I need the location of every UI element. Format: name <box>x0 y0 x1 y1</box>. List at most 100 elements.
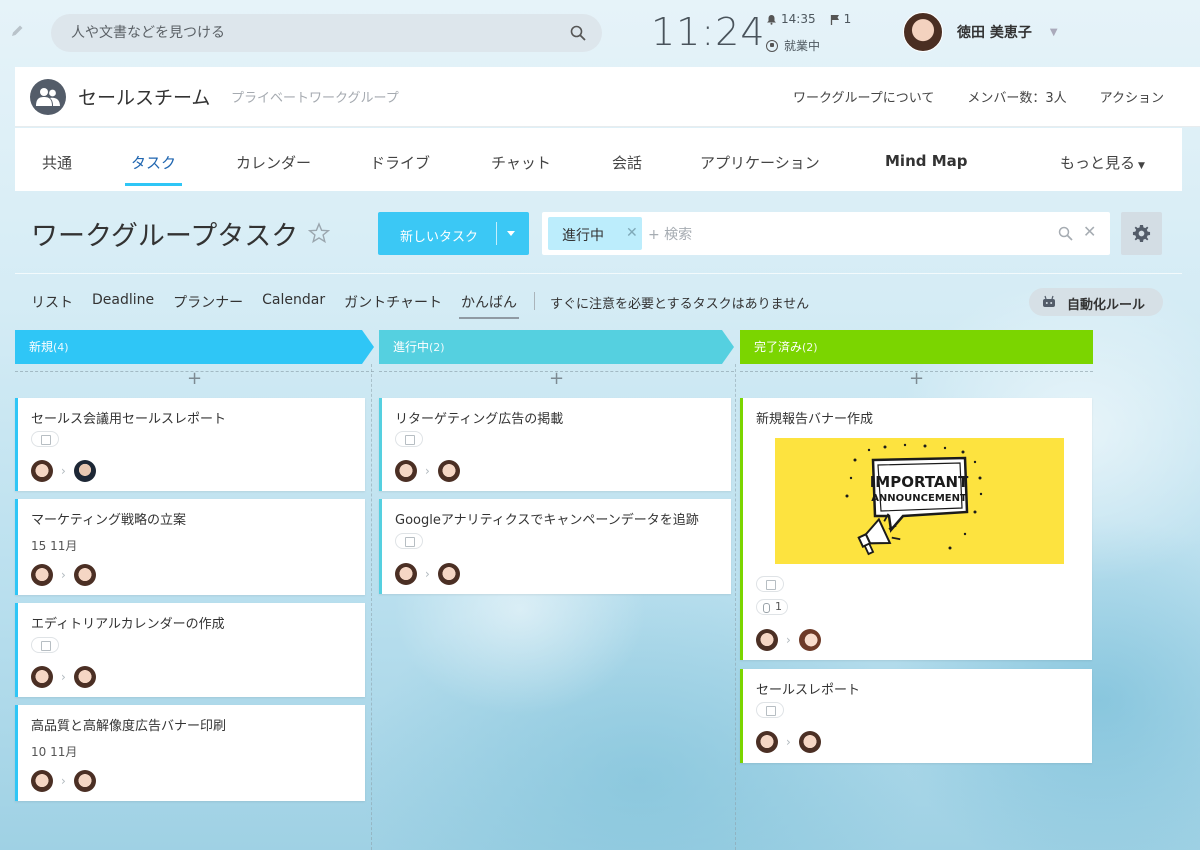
group-avatar-icon <box>30 79 66 115</box>
actions-menu[interactable]: アクション <box>1100 87 1164 106</box>
avatar[interactable] <box>31 564 53 586</box>
task-card[interactable]: Googleアナリティクスでキャンペーンデータを追跡 › <box>379 499 731 594</box>
divider <box>533 292 535 310</box>
view-gantt[interactable]: ガントチャート <box>344 292 442 312</box>
avatar[interactable] <box>437 563 460 585</box>
star-icon[interactable] <box>308 222 330 244</box>
tab-chat[interactable]: チャット <box>491 152 551 173</box>
add-task-button[interactable]: + <box>15 368 374 392</box>
task-title[interactable]: 新規報告バナー作成 <box>756 408 873 427</box>
avatar[interactable] <box>437 460 460 482</box>
task-title[interactable]: Googleアナリティクスでキャンペーンデータを追跡 <box>395 509 699 528</box>
avatar[interactable] <box>31 666 53 688</box>
task-title[interactable]: 高品質と高解像度広告バナー印刷 <box>31 715 226 734</box>
column-header-in-progress[interactable]: 進行中(2) <box>379 330 734 364</box>
attachment-badge[interactable]: 1 <box>756 599 788 615</box>
chevron-down-icon[interactable]: ▼ <box>1050 27 1058 38</box>
avatar[interactable] <box>903 12 943 52</box>
view-list[interactable]: リスト <box>31 292 73 312</box>
filter-search-input[interactable]: + 検索 <box>648 224 692 244</box>
status-icon <box>766 39 778 52</box>
task-card[interactable]: セールスレポート › <box>740 669 1092 763</box>
avatar[interactable] <box>31 770 53 792</box>
search-input[interactable] <box>71 14 551 52</box>
member-count-link[interactable]: メンバー数：3人 <box>967 87 1066 106</box>
flag-count: 1 <box>843 12 852 26</box>
alarm-indicator[interactable]: 14:35 <box>766 12 816 26</box>
task-title[interactable]: リターゲティング広告の掲載 <box>395 408 563 427</box>
add-task-button[interactable]: + <box>740 368 1093 392</box>
task-card[interactable]: 高品質と高解像度広告バナー印刷 10 11月 › <box>15 705 365 801</box>
group-title: セールスチーム <box>78 87 211 109</box>
column-header-new[interactable]: 新規(4) <box>15 330 374 364</box>
tab-calendar[interactable]: カレンダー <box>236 152 311 173</box>
clear-icon[interactable]: ✕ <box>1083 222 1096 241</box>
view-deadline[interactable]: Deadline <box>92 292 154 312</box>
filter-chip[interactable]: 進行中 ✕ <box>548 217 642 250</box>
add-task-button[interactable]: + <box>379 368 734 392</box>
avatar[interactable] <box>73 564 96 586</box>
tab-applications[interactable]: アプリケーション <box>700 152 820 173</box>
avatar[interactable] <box>395 460 417 482</box>
calendar-icon[interactable] <box>756 702 784 718</box>
search-icon[interactable] <box>570 25 586 41</box>
calendar-icon[interactable] <box>756 576 784 592</box>
task-people: › <box>756 731 821 753</box>
task-title[interactable]: マーケティング戦略の立案 <box>31 509 186 528</box>
avatar[interactable] <box>756 731 778 753</box>
column-title: 進行中 <box>393 340 430 354</box>
calendar-icon[interactable] <box>395 431 423 447</box>
new-task-button[interactable]: 新しいタスク <box>378 212 529 255</box>
column-title: 新規 <box>29 340 54 354</box>
avatar[interactable] <box>73 666 96 688</box>
work-status[interactable]: 就業中 <box>766 37 820 54</box>
filter-search-bar[interactable]: 進行中 ✕ + 検索 ✕ <box>542 212 1110 255</box>
about-workgroup-link[interactable]: ワークグループについて <box>793 87 934 106</box>
group-actions: ワークグループについて メンバー数：3人 アクション <box>793 87 1164 106</box>
column-divider <box>371 364 372 850</box>
new-task-label: 新しいタスク <box>400 230 479 245</box>
avatar[interactable] <box>756 629 778 651</box>
tab-more[interactable]: もっと見る ▼ <box>1060 152 1145 173</box>
avatar[interactable] <box>395 563 417 585</box>
avatar[interactable] <box>73 770 96 792</box>
settings-button[interactable] <box>1121 212 1162 255</box>
tab-conversation[interactable]: 会話 <box>612 152 642 173</box>
task-card[interactable]: エディトリアルカレンダーの作成 › <box>15 603 365 697</box>
flag-indicator[interactable]: 1 <box>830 12 852 26</box>
task-card[interactable]: 新規報告バナー作成 IMPORTANT ANNOUNCEMENT 1 › <box>740 398 1092 660</box>
column-title: 完了済み <box>754 340 803 354</box>
task-card[interactable]: リターゲティング広告の掲載 › <box>379 398 731 491</box>
chevron-down-icon: ▼ <box>1138 161 1145 171</box>
global-search[interactable] <box>51 14 602 52</box>
tab-common[interactable]: 共通 <box>42 152 72 173</box>
calendar-icon[interactable] <box>31 637 59 653</box>
user-menu[interactable]: 徳田 美恵子 ▼ <box>903 12 1058 52</box>
task-title[interactable]: セールス会議用セールスレポート <box>31 408 226 427</box>
avatar[interactable] <box>73 460 96 482</box>
calendar-icon[interactable] <box>31 431 59 447</box>
avatar[interactable] <box>31 460 53 482</box>
avatar[interactable] <box>798 629 821 651</box>
close-icon[interactable]: ✕ <box>626 225 638 241</box>
chevron-down-icon[interactable] <box>507 231 515 236</box>
task-image[interactable]: IMPORTANT ANNOUNCEMENT <box>775 438 1064 564</box>
view-kanban[interactable]: かんばん <box>458 292 519 319</box>
search-icon[interactable] <box>1058 226 1073 241</box>
automation-rules-button[interactable]: 自動化ルール <box>1029 288 1163 316</box>
task-title[interactable]: エディトリアルカレンダーの作成 <box>31 613 225 632</box>
task-card[interactable]: セールス会議用セールスレポート › <box>15 398 365 491</box>
edit-icon[interactable] <box>10 24 26 40</box>
task-card[interactable]: マーケティング戦略の立案 15 11月 › <box>15 499 365 595</box>
view-planner[interactable]: プランナー <box>173 292 243 312</box>
calendar-icon[interactable] <box>395 533 423 549</box>
task-title[interactable]: セールスレポート <box>756 679 860 698</box>
view-calendar[interactable]: Calendar <box>262 292 325 312</box>
avatar[interactable] <box>798 731 821 753</box>
tab-mind-map[interactable]: Mind Map <box>885 152 968 170</box>
user-name[interactable]: 徳田 美恵子 <box>957 22 1032 42</box>
tab-drive[interactable]: ドライブ <box>370 152 430 173</box>
clock[interactable]: 11:24 <box>651 10 766 54</box>
column-header-done[interactable]: 完了済み(2) <box>740 330 1093 364</box>
tab-tasks[interactable]: タスク <box>124 152 183 186</box>
